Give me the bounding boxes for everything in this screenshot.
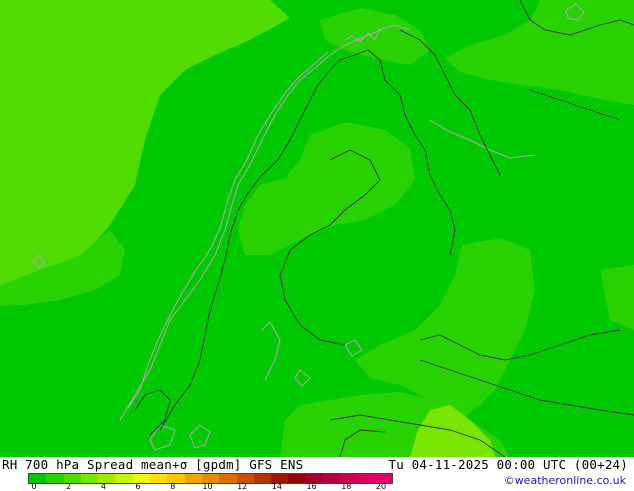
colorbar-cell <box>253 474 272 483</box>
weather-map <box>0 0 634 457</box>
map-timestamp: Tu 04-11-2025 00:00 UTC (00+24) <box>388 457 628 472</box>
colorbar-cell <box>288 474 306 483</box>
colorbar-cell <box>80 474 99 483</box>
colorbar-cell <box>150 474 168 483</box>
colorbar-cell <box>357 474 375 483</box>
colorbar-cell <box>323 474 341 483</box>
colorbar-cell <box>46 474 64 483</box>
map-footer: RH 700 hPa Spread mean+σ [gpdm] GFS ENS … <box>0 457 634 491</box>
credit-link[interactable]: ©weatheronline.co.uk <box>504 474 626 487</box>
colorbar-cell <box>115 474 133 483</box>
colorbar-cell <box>219 474 237 483</box>
colorbar-cell <box>184 474 202 483</box>
map-title: RH 700 hPa Spread mean+σ [gpdm] GFS ENS <box>2 457 304 472</box>
